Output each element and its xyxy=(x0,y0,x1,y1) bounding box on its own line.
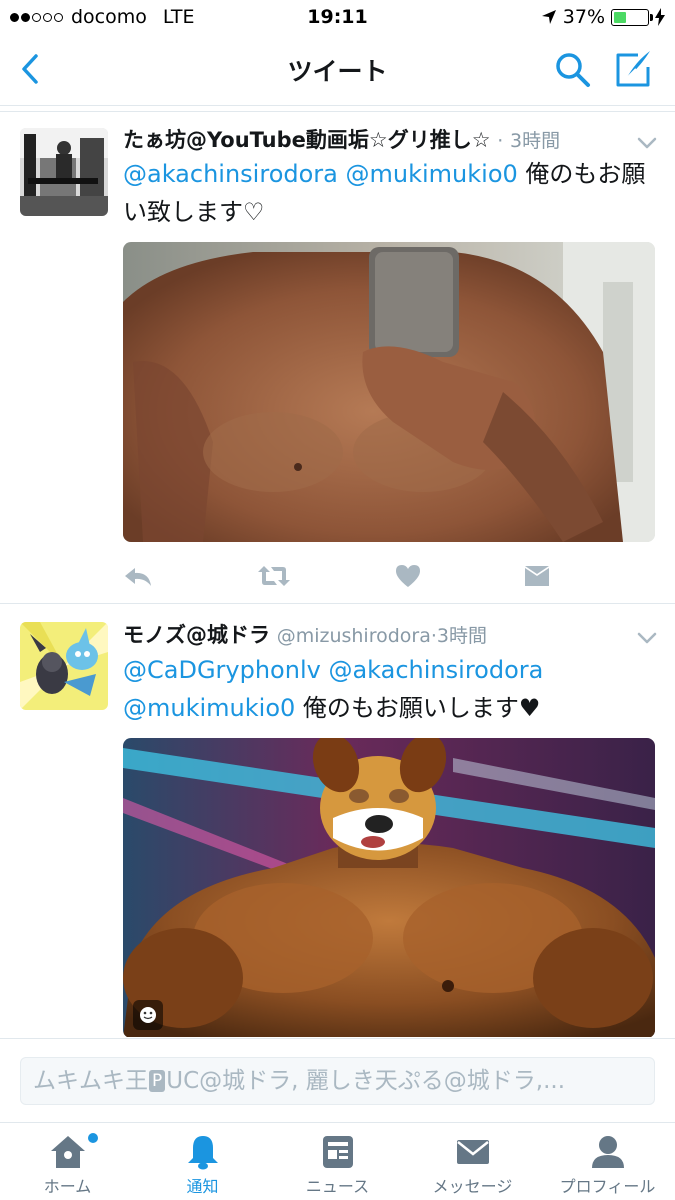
battery-percent: 37% xyxy=(562,6,605,28)
mention-link[interactable]: @mukimukio0 xyxy=(346,160,518,188)
tweet-header: モノズ@城ドラ @mizushirodora·3時間 xyxy=(123,621,631,650)
retweet-icon[interactable] xyxy=(257,562,291,590)
tab-profile[interactable]: プロフィール xyxy=(540,1123,675,1200)
location-arrow-icon xyxy=(541,10,556,24)
chevron-down-icon[interactable] xyxy=(637,136,657,150)
reply-icon[interactable] xyxy=(123,562,153,590)
tab-notifications[interactable]: 通知 xyxy=(135,1123,270,1200)
profile-icon xyxy=(591,1136,624,1168)
navigation-bar: ツイート xyxy=(0,34,675,106)
reply-recipient-suffix: UC@城ドラ, 麗しき天ぷる@城ドラ,... xyxy=(166,1068,566,1094)
charging-bolt-icon xyxy=(655,8,665,26)
display-name[interactable]: モノズ@城ドラ xyxy=(123,623,270,647)
mention-link[interactable]: @mukimukio0 xyxy=(123,694,295,722)
tweet-body: 俺のもお願いします♥ xyxy=(302,694,541,722)
tab-home[interactable]: ホーム xyxy=(0,1123,135,1200)
status-bar: docomo LTE 19:11 37% xyxy=(0,0,675,34)
tab-label: ニュース xyxy=(305,1177,370,1196)
sticker-icon[interactable] xyxy=(133,1000,163,1030)
p-badge: P xyxy=(149,1070,166,1092)
tweet-actions xyxy=(123,562,653,592)
tab-bar: ホーム 通知 ニュース メッセージ プロフィール xyxy=(0,1122,675,1200)
home-icon xyxy=(50,1136,85,1168)
timestamp: 3時間 xyxy=(436,625,488,647)
tab-news[interactable]: ニュース xyxy=(270,1123,405,1200)
compose-tweet-icon[interactable] xyxy=(612,49,654,89)
mention-link[interactable]: @akachinsirodora xyxy=(328,656,543,684)
tweet[interactable]: モノズ@城ドラ @mizushirodora·3時間 @CaDGryphonlv… xyxy=(0,605,675,1037)
notification-dot xyxy=(88,1133,98,1143)
search-icon[interactable] xyxy=(554,51,592,89)
news-icon xyxy=(322,1136,353,1168)
tab-label: ホーム xyxy=(43,1177,92,1196)
user-handle[interactable]: @mizushirodora xyxy=(277,625,431,647)
tab-messages[interactable]: メッセージ xyxy=(405,1123,540,1200)
tab-label: メッセージ xyxy=(432,1177,513,1196)
chevron-down-icon[interactable] xyxy=(637,631,657,645)
tweet-text: @CaDGryphonlv @akachinsirodora @mukimuki… xyxy=(123,651,653,727)
battery-icon xyxy=(611,8,653,26)
tab-label: 通知 xyxy=(186,1177,219,1196)
reply-recipient-prefix: ムキムキ王 xyxy=(33,1068,148,1094)
like-icon[interactable] xyxy=(395,562,421,590)
avatar[interactable] xyxy=(20,622,108,710)
mention-link[interactable]: @akachinsirodora xyxy=(123,160,338,188)
bell-icon xyxy=(187,1136,218,1170)
reply-bar: ムキムキ王 P UC@城ドラ, 麗しき天ぷる@城ドラ,... xyxy=(0,1038,675,1122)
tweet-header: たぁ坊@YouTube動画垢☆グリ推し☆ · 3時間 xyxy=(123,126,631,155)
direct-message-icon[interactable] xyxy=(523,562,551,590)
tweet[interactable]: たぁ坊@YouTube動画垢☆グリ推し☆ · 3時間 @akachinsirod… xyxy=(0,112,675,604)
reply-input[interactable]: ムキムキ王 P UC@城ドラ, 麗しき天ぷる@城ドラ,... xyxy=(20,1057,655,1105)
display-name[interactable]: たぁ坊@YouTube動画垢☆グリ推し☆ xyxy=(123,128,491,152)
mention-link[interactable]: @CaDGryphonlv xyxy=(123,656,321,684)
timestamp: 3時間 xyxy=(509,130,561,152)
tweet-photo[interactable] xyxy=(123,738,655,1037)
tweet-text: @akachinsirodora @mukimukio0 俺のもお願い致します♡ xyxy=(123,155,653,231)
status-bar-right: 37% xyxy=(541,6,665,28)
avatar[interactable] xyxy=(20,128,108,216)
tweet-photo[interactable] xyxy=(123,242,655,542)
tab-label: プロフィール xyxy=(559,1177,656,1196)
envelope-icon xyxy=(456,1140,489,1164)
separator-dot: · xyxy=(497,130,504,152)
